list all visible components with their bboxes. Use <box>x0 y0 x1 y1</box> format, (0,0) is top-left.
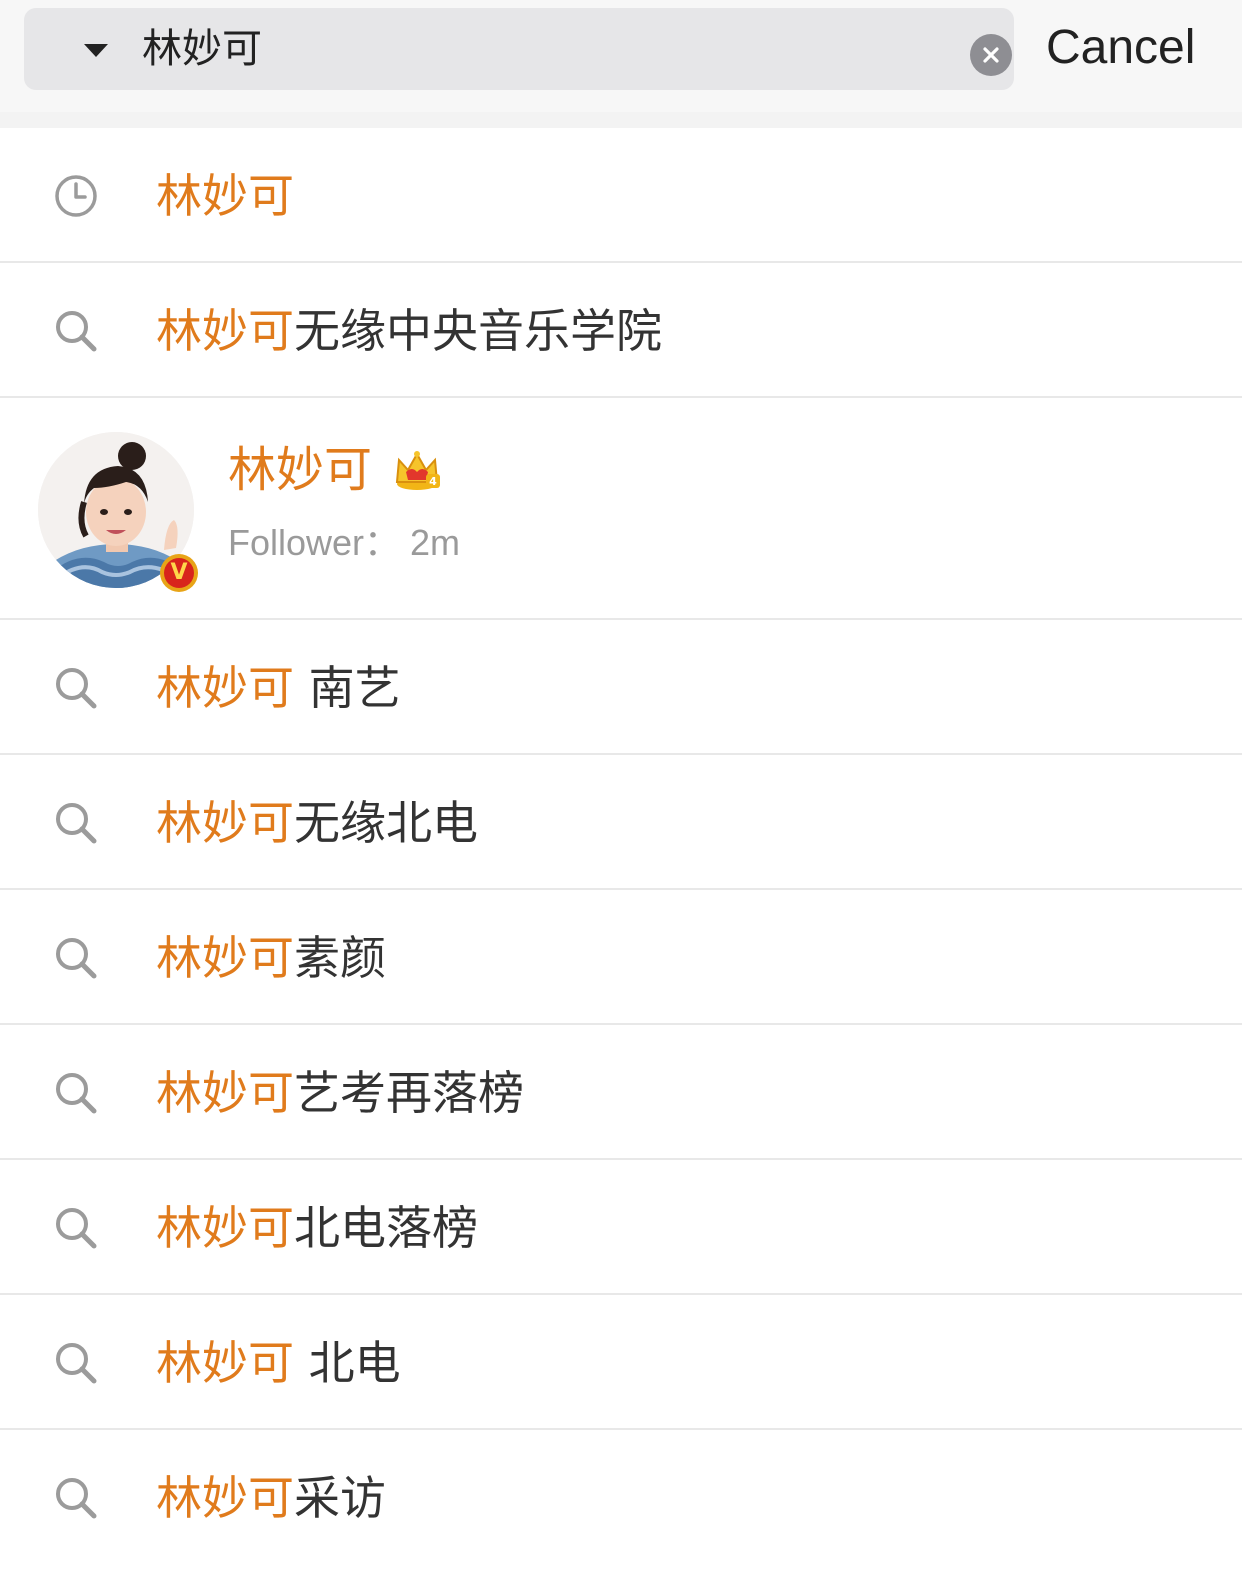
suggestion-item[interactable]: 林妙可无缘北电 <box>0 755 1242 890</box>
history-item-label: 林妙可 <box>156 164 294 228</box>
suggestion-item[interactable]: 林妙可采访 <box>0 1430 1242 1565</box>
search-icon <box>56 1073 97 1114</box>
search-icon <box>56 311 97 352</box>
verified-badge: V <box>160 554 198 592</box>
history-item[interactable]: 林妙可 <box>0 128 1242 263</box>
suggestion-label: 林妙可 北电 <box>156 1331 401 1395</box>
query-highlight: 林妙可 <box>156 1471 294 1525</box>
clock-icon <box>55 175 97 217</box>
query-highlight: 林妙可 <box>156 796 294 850</box>
query-highlight: 林妙可 <box>156 931 294 985</box>
query-highlight: 林妙可 <box>156 661 294 715</box>
suggestion-suffix: 采访 <box>294 1471 386 1525</box>
search-icon <box>56 668 97 709</box>
suggestion-label: 林妙可素颜 <box>156 926 386 990</box>
suggestion-item[interactable]: 林妙可素颜 <box>0 890 1242 1025</box>
clear-search-button[interactable] <box>970 34 1012 76</box>
search-header: Cancel <box>0 0 1242 113</box>
user-result-card[interactable]: V 林妙可 4 Follower： 2m <box>0 398 1242 620</box>
query-highlight: 林妙可 <box>156 1201 294 1255</box>
cancel-button[interactable]: Cancel <box>1046 18 1195 78</box>
suggestion-item[interactable]: 林妙可北电落榜 <box>0 1160 1242 1295</box>
suggestion-item[interactable]: 林妙可艺考再落榜 <box>0 1025 1242 1160</box>
suggestion-suffix: 艺考再落榜 <box>294 1066 524 1120</box>
suggestion-label: 林妙可无缘北电 <box>156 791 478 855</box>
dropdown-caret-icon[interactable] <box>84 44 108 57</box>
query-highlight: 林妙可 <box>156 304 294 358</box>
search-icon <box>56 938 97 979</box>
search-icon <box>56 1343 97 1384</box>
search-box[interactable] <box>24 8 1014 90</box>
suggestion-suffix: 北电落榜 <box>294 1201 478 1255</box>
suggestion-label: 林妙可北电落榜 <box>156 1196 478 1260</box>
search-icon <box>56 1208 97 1249</box>
suggestion-suffix: 无缘北电 <box>294 796 478 850</box>
search-icon <box>56 803 97 844</box>
query-highlight: 林妙可 <box>156 1066 294 1120</box>
suggestion-item[interactable]: 林妙可 北电 <box>0 1295 1242 1430</box>
suggestion-label: 林妙可艺考再落榜 <box>156 1061 524 1125</box>
suggestion-item[interactable]: 林妙可 南艺 <box>0 620 1242 755</box>
verified-letter: V <box>164 558 194 588</box>
suggestion-label: 林妙可采访 <box>156 1466 386 1530</box>
close-icon <box>983 47 999 63</box>
suggestion-suffix: 无缘中央音乐学院 <box>294 304 662 358</box>
header-divider <box>0 112 1242 129</box>
crown-level: 4 <box>429 475 437 488</box>
search-input[interactable] <box>142 18 942 80</box>
crown-icon: 4 <box>395 451 440 490</box>
suggestion-label: 林妙可无缘中央音乐学院 <box>156 299 662 363</box>
suggestion-suffix: 素颜 <box>294 931 386 985</box>
user-name[interactable]: 林妙可 <box>228 438 372 502</box>
follower-count: Follower： 2m <box>228 522 461 563</box>
search-icon <box>56 1478 97 1519</box>
suggestion-list: 林妙可 林妙可无缘中央音乐学院 V 林妙可 4 Follower： 2m 林妙可… <box>0 128 1242 1565</box>
suggestion-suffix: 北电 <box>294 1336 401 1390</box>
query-highlight: 林妙可 <box>156 1336 294 1390</box>
suggestion-suffix: 南艺 <box>294 661 401 715</box>
suggestion-item[interactable]: 林妙可无缘中央音乐学院 <box>0 263 1242 398</box>
query-highlight: 林妙可 <box>156 169 294 223</box>
suggestion-label: 林妙可 南艺 <box>156 656 401 720</box>
